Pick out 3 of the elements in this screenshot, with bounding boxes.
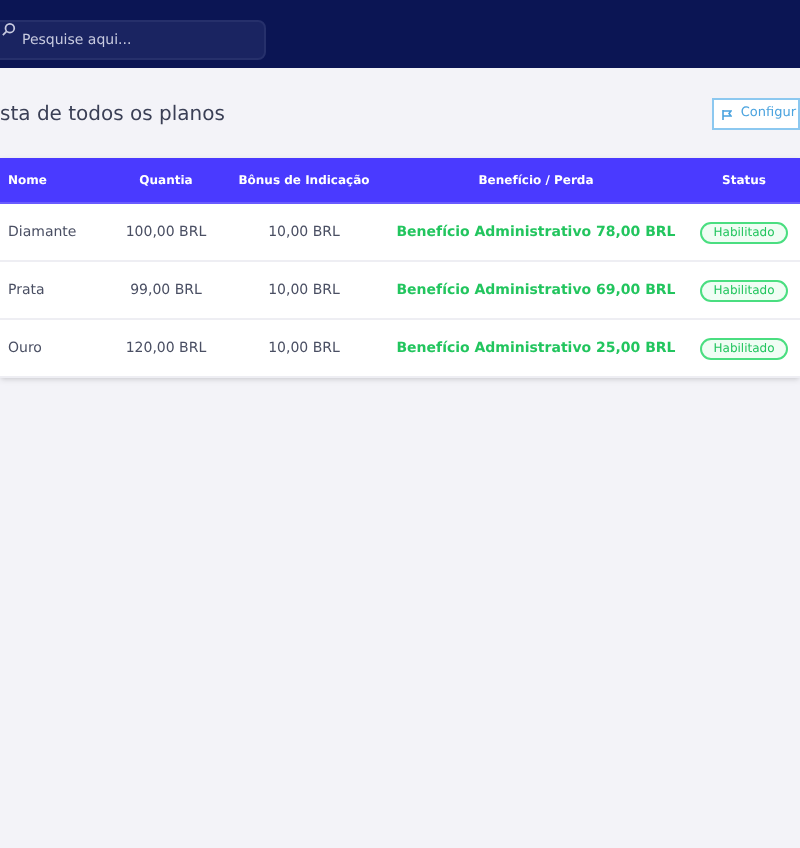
flag-icon	[722, 109, 733, 119]
search-icon	[2, 22, 16, 36]
page-title: sta de todos os planos	[0, 101, 225, 129]
